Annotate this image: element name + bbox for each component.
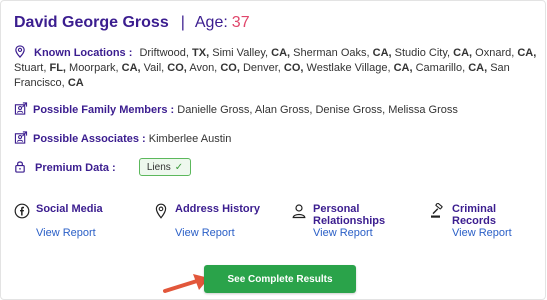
people-link-icon bbox=[14, 131, 28, 144]
location-pin-icon bbox=[155, 203, 167, 219]
location-city: Vail, bbox=[143, 62, 165, 74]
location-item: Stuart, FL, bbox=[14, 62, 66, 74]
location-state: CA bbox=[67, 77, 84, 89]
premium-data-label: Premium Data : bbox=[35, 162, 116, 174]
check-icon: ✓ bbox=[174, 161, 184, 173]
location-state: CO, bbox=[283, 62, 304, 74]
location-item: Avon, CO, bbox=[189, 62, 240, 74]
location-pin-icon bbox=[15, 45, 25, 58]
header-separator: | bbox=[180, 14, 185, 31]
report-title: Address History bbox=[175, 203, 260, 215]
report-title: Social Media bbox=[36, 203, 103, 215]
location-state: CA, bbox=[517, 47, 537, 59]
known-locations-label: Known Locations : bbox=[34, 47, 133, 59]
location-item: Vail, CO, bbox=[144, 62, 187, 74]
location-city: Driftwood, bbox=[139, 47, 189, 59]
location-state: FL, bbox=[49, 62, 66, 74]
location-city: Stuart, bbox=[14, 62, 47, 74]
premium-data-row: Premium Data : bbox=[14, 160, 116, 176]
lock-icon bbox=[15, 161, 25, 173]
family-members-value: Danielle Gross, Alan Gross, Denise Gross… bbox=[177, 104, 458, 116]
view-report-link[interactable]: View Report bbox=[36, 227, 96, 239]
view-report-link[interactable]: View Report bbox=[175, 227, 235, 239]
liens-badge-label: Liens bbox=[146, 161, 171, 173]
age-label: Age: bbox=[194, 14, 228, 31]
location-city: Camarillo, bbox=[415, 62, 466, 74]
known-locations: Known Locations : Driftwood, TX, Simi Va… bbox=[14, 45, 542, 91]
location-item: Moorpark, CA, bbox=[69, 62, 141, 74]
associates-label: Possible Associates : bbox=[33, 133, 146, 145]
person-icon bbox=[292, 204, 306, 219]
location-state: CA, bbox=[271, 47, 291, 59]
location-city: Simi Valley, bbox=[212, 47, 269, 59]
view-report-link[interactable]: View Report bbox=[452, 227, 512, 239]
location-state: CA, bbox=[393, 62, 413, 74]
gavel-icon bbox=[431, 203, 443, 218]
person-header: David George Gross | Age: 37 bbox=[14, 12, 250, 34]
location-city: Oxnard, bbox=[475, 47, 515, 59]
person-name[interactable]: David George Gross bbox=[14, 14, 169, 32]
location-city: Sherman Oaks, bbox=[293, 47, 370, 59]
location-state: TX, bbox=[192, 47, 210, 59]
view-report-link[interactable]: View Report bbox=[313, 227, 373, 239]
family-members-row: Possible Family Members : Danielle Gross… bbox=[14, 102, 458, 118]
people-link-icon bbox=[14, 102, 28, 115]
report-title: Personal Relationships bbox=[313, 203, 386, 227]
location-state: CA, bbox=[453, 47, 473, 59]
facebook-icon bbox=[14, 203, 30, 219]
location-state: CA, bbox=[121, 62, 141, 74]
location-city: Moorpark, bbox=[69, 62, 119, 74]
location-item: Sherman Oaks, CA, bbox=[293, 47, 391, 59]
location-state: CA, bbox=[468, 62, 488, 74]
location-city: Avon, bbox=[189, 62, 218, 74]
location-state: CO, bbox=[220, 62, 240, 74]
location-city: Denver, bbox=[242, 62, 281, 74]
liens-badge[interactable]: Liens ✓ bbox=[139, 158, 191, 176]
location-state: CA, bbox=[372, 47, 392, 59]
location-item: Oxnard, CA, bbox=[475, 47, 536, 59]
location-item: Driftwood, TX, bbox=[139, 47, 209, 59]
see-complete-results-button[interactable]: See Complete Results bbox=[204, 265, 356, 293]
family-members-label: Possible Family Members : bbox=[33, 104, 175, 116]
location-item: Simi Valley, CA, bbox=[212, 47, 290, 59]
age-value: 37 bbox=[231, 14, 250, 31]
report-title: Criminal Records bbox=[452, 203, 497, 227]
person-result-card: David George Gross | Age: 37 Known Locat… bbox=[0, 0, 546, 300]
location-item: Westlake Village, CA, bbox=[307, 62, 413, 74]
location-item: Denver, CO, bbox=[243, 62, 304, 74]
location-state: CO, bbox=[167, 62, 187, 74]
location-item: Camarillo, CA, bbox=[416, 62, 488, 74]
location-city: Westlake Village, bbox=[306, 62, 391, 74]
location-item: Studio City, CA, bbox=[395, 47, 472, 59]
associates-value: Kimberlee Austin bbox=[148, 133, 232, 145]
associates-row: Possible Associates : Kimberlee Austin bbox=[14, 131, 231, 147]
location-city: Studio City, bbox=[394, 47, 451, 59]
